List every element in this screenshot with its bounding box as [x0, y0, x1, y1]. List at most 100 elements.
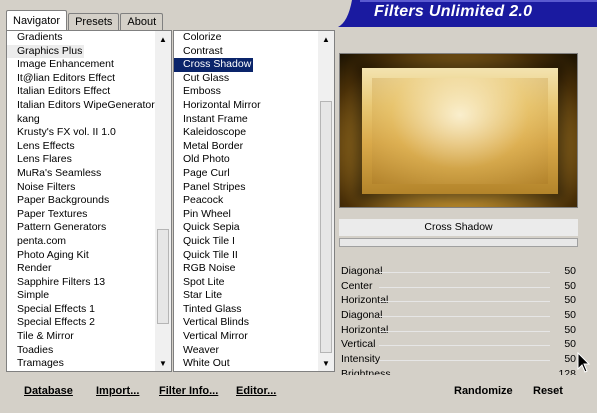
parameter-row[interactable]: Center 50 — [339, 279, 578, 294]
filter-item[interactable]: White Out — [174, 357, 318, 371]
filter-list[interactable]: Colorize Contrast Cross Shadow Cut Glass Emb… — [174, 31, 318, 371]
parameter-slider[interactable] — [379, 345, 550, 347]
scroll-down-icon[interactable]: ▼ — [155, 355, 171, 371]
filter-item[interactable]: Emboss — [174, 85, 318, 99]
parameter-row[interactable]: Horizontal 50 — [339, 293, 578, 308]
editor-button[interactable]: Editor... — [236, 385, 276, 397]
category-item[interactable]: Gradients — [7, 31, 155, 45]
scroll-up-icon[interactable]: ▲ — [318, 31, 334, 47]
parameter-slider[interactable] — [379, 360, 550, 362]
filter-item[interactable]: Vertical Mirror — [174, 330, 318, 344]
filter-item-label: Star Lite — [183, 289, 223, 302]
filter-scrollbar[interactable]: ▲ ▼ — [318, 31, 334, 371]
tab-presets[interactable]: Presets — [68, 13, 120, 30]
filter-item[interactable]: Quick Tile II — [174, 249, 318, 263]
filter-item[interactable]: Peacock — [174, 194, 318, 208]
import-button[interactable]: Import... — [96, 385, 139, 397]
category-item[interactable]: It@lian Editors Effect — [7, 72, 155, 86]
category-item[interactable]: Special Effects 2 — [7, 316, 155, 330]
filter-item[interactable]: Spot Lite — [174, 276, 318, 290]
filter-item-label: Panel Stripes — [183, 180, 246, 193]
category-item[interactable]: Paper Textures — [7, 208, 155, 222]
filter-item[interactable]: Pin Wheel — [174, 208, 318, 222]
randomize-button[interactable]: Randomize — [454, 385, 513, 397]
category-item[interactable]: Special Effects 1 — [7, 303, 155, 317]
category-item[interactable]: kang — [7, 113, 155, 127]
filter-item[interactable]: Cross Shadow — [174, 58, 318, 72]
scroll-thumb[interactable] — [320, 101, 332, 353]
category-item[interactable]: Image Enhancement — [7, 58, 155, 72]
parameter-value: 50 — [564, 338, 576, 351]
category-item[interactable]: Tramages — [7, 357, 155, 371]
filter-item[interactable]: Cut Glass — [174, 72, 318, 86]
tab-about[interactable]: About — [120, 13, 164, 30]
parameter-row[interactable]: Horizontal 50 — [339, 323, 578, 338]
filter-item[interactable]: Star Lite — [174, 289, 318, 303]
filter-item[interactable]: Page Curl — [174, 167, 318, 181]
filter-list-panel: Colorize Contrast Cross Shadow Cut Glass Emb… — [173, 30, 335, 372]
filter-item[interactable]: Panel Stripes — [174, 181, 318, 195]
filter-item[interactable]: Quick Tile I — [174, 235, 318, 249]
category-list[interactable]: Gradients Graphics Plus Image Enhancement I… — [7, 31, 155, 371]
parameter-row[interactable]: Diagonal 50 — [339, 264, 578, 279]
filter-item[interactable]: Weaver — [174, 344, 318, 358]
category-item[interactable]: Noise Filters — [7, 181, 155, 195]
parameter-slider[interactable] — [379, 316, 550, 318]
parameter-value: 50 — [564, 265, 576, 277]
parameter-slider[interactable] — [379, 301, 550, 303]
parameter-slider[interactable] — [379, 286, 550, 288]
category-item[interactable]: Sapphire Filters 13 — [7, 276, 155, 290]
category-item[interactable]: Lens Effects — [7, 140, 155, 154]
parameter-value: 50 — [564, 353, 576, 366]
parameter-slider[interactable] — [379, 272, 550, 273]
scroll-thumb[interactable] — [157, 229, 169, 324]
filter-item-label: Kaleidoscope — [183, 126, 247, 139]
category-item-label: Tile & Mirror — [17, 330, 74, 343]
category-item[interactable]: Italian Editors Effect — [7, 85, 155, 99]
category-item-label: Special Effects 2 — [17, 316, 96, 329]
filter-item[interactable]: RGB Noise — [174, 262, 318, 276]
category-item[interactable]: Render — [7, 262, 155, 276]
filter-item[interactable]: Vertical Blinds — [174, 316, 318, 330]
category-item[interactable]: Photo Aging Kit — [7, 249, 155, 263]
filter-item[interactable]: Tinted Glass — [174, 303, 318, 317]
category-item[interactable]: MuRa's Seamless — [7, 167, 155, 181]
parameter-slider[interactable] — [379, 330, 550, 332]
category-item[interactable]: Toadies — [7, 344, 155, 358]
filter-item[interactable]: Horizontal Mirror — [174, 99, 318, 113]
category-item[interactable]: Italian Editors WipeGenerator — [7, 99, 155, 113]
category-item-label: Graphics Plus — [7, 44, 85, 59]
filter-info-button[interactable]: Filter Info... — [159, 385, 218, 397]
filter-item[interactable]: Colorize — [174, 31, 318, 45]
filter-item[interactable]: Contrast — [174, 45, 318, 59]
category-item[interactable]: Paper Backgrounds — [7, 194, 155, 208]
reset-button[interactable]: Reset — [533, 385, 563, 397]
category-item[interactable]: Krusty's FX vol. II 1.0 — [7, 126, 155, 140]
category-scrollbar[interactable]: ▲ ▼ — [155, 31, 171, 371]
parameter-row[interactable]: Diagonal 50 — [339, 308, 578, 323]
parameter-label: Diagonal — [341, 265, 383, 277]
category-item[interactable]: penta.com — [7, 235, 155, 249]
filter-item-label: Colorize — [183, 31, 222, 43]
filter-item[interactable]: Old Photo — [174, 153, 318, 167]
category-item[interactable]: Simple — [7, 289, 155, 303]
category-item[interactable]: Lens Flares — [7, 153, 155, 167]
filter-item[interactable]: Quick Sepia — [174, 221, 318, 235]
filter-item[interactable]: Metal Border — [174, 140, 318, 154]
parameter-row[interactable]: Intensity 50 — [339, 352, 578, 367]
scroll-down-icon[interactable]: ▼ — [318, 355, 334, 371]
scroll-up-icon[interactable]: ▲ — [155, 31, 171, 47]
category-item[interactable]: Pattern Generators — [7, 221, 155, 235]
filter-item[interactable]: Instant Frame — [174, 113, 318, 127]
filter-name-label: Cross Shadow — [339, 219, 578, 236]
progress-bar — [339, 238, 578, 247]
tab-navigator[interactable]: Navigator — [6, 10, 68, 30]
database-button[interactable]: Database — [24, 385, 73, 397]
parameter-row[interactable]: Vertical 50 — [339, 337, 578, 352]
category-item[interactable]: Graphics Plus — [7, 44, 155, 59]
filter-item[interactable]: Kaleidoscope — [174, 126, 318, 140]
preview-frame — [362, 68, 558, 194]
category-item[interactable]: Tile & Mirror — [7, 330, 155, 344]
tab-bar: Navigator Presets About — [6, 10, 164, 30]
category-item-label: MuRa's Seamless — [17, 166, 102, 179]
